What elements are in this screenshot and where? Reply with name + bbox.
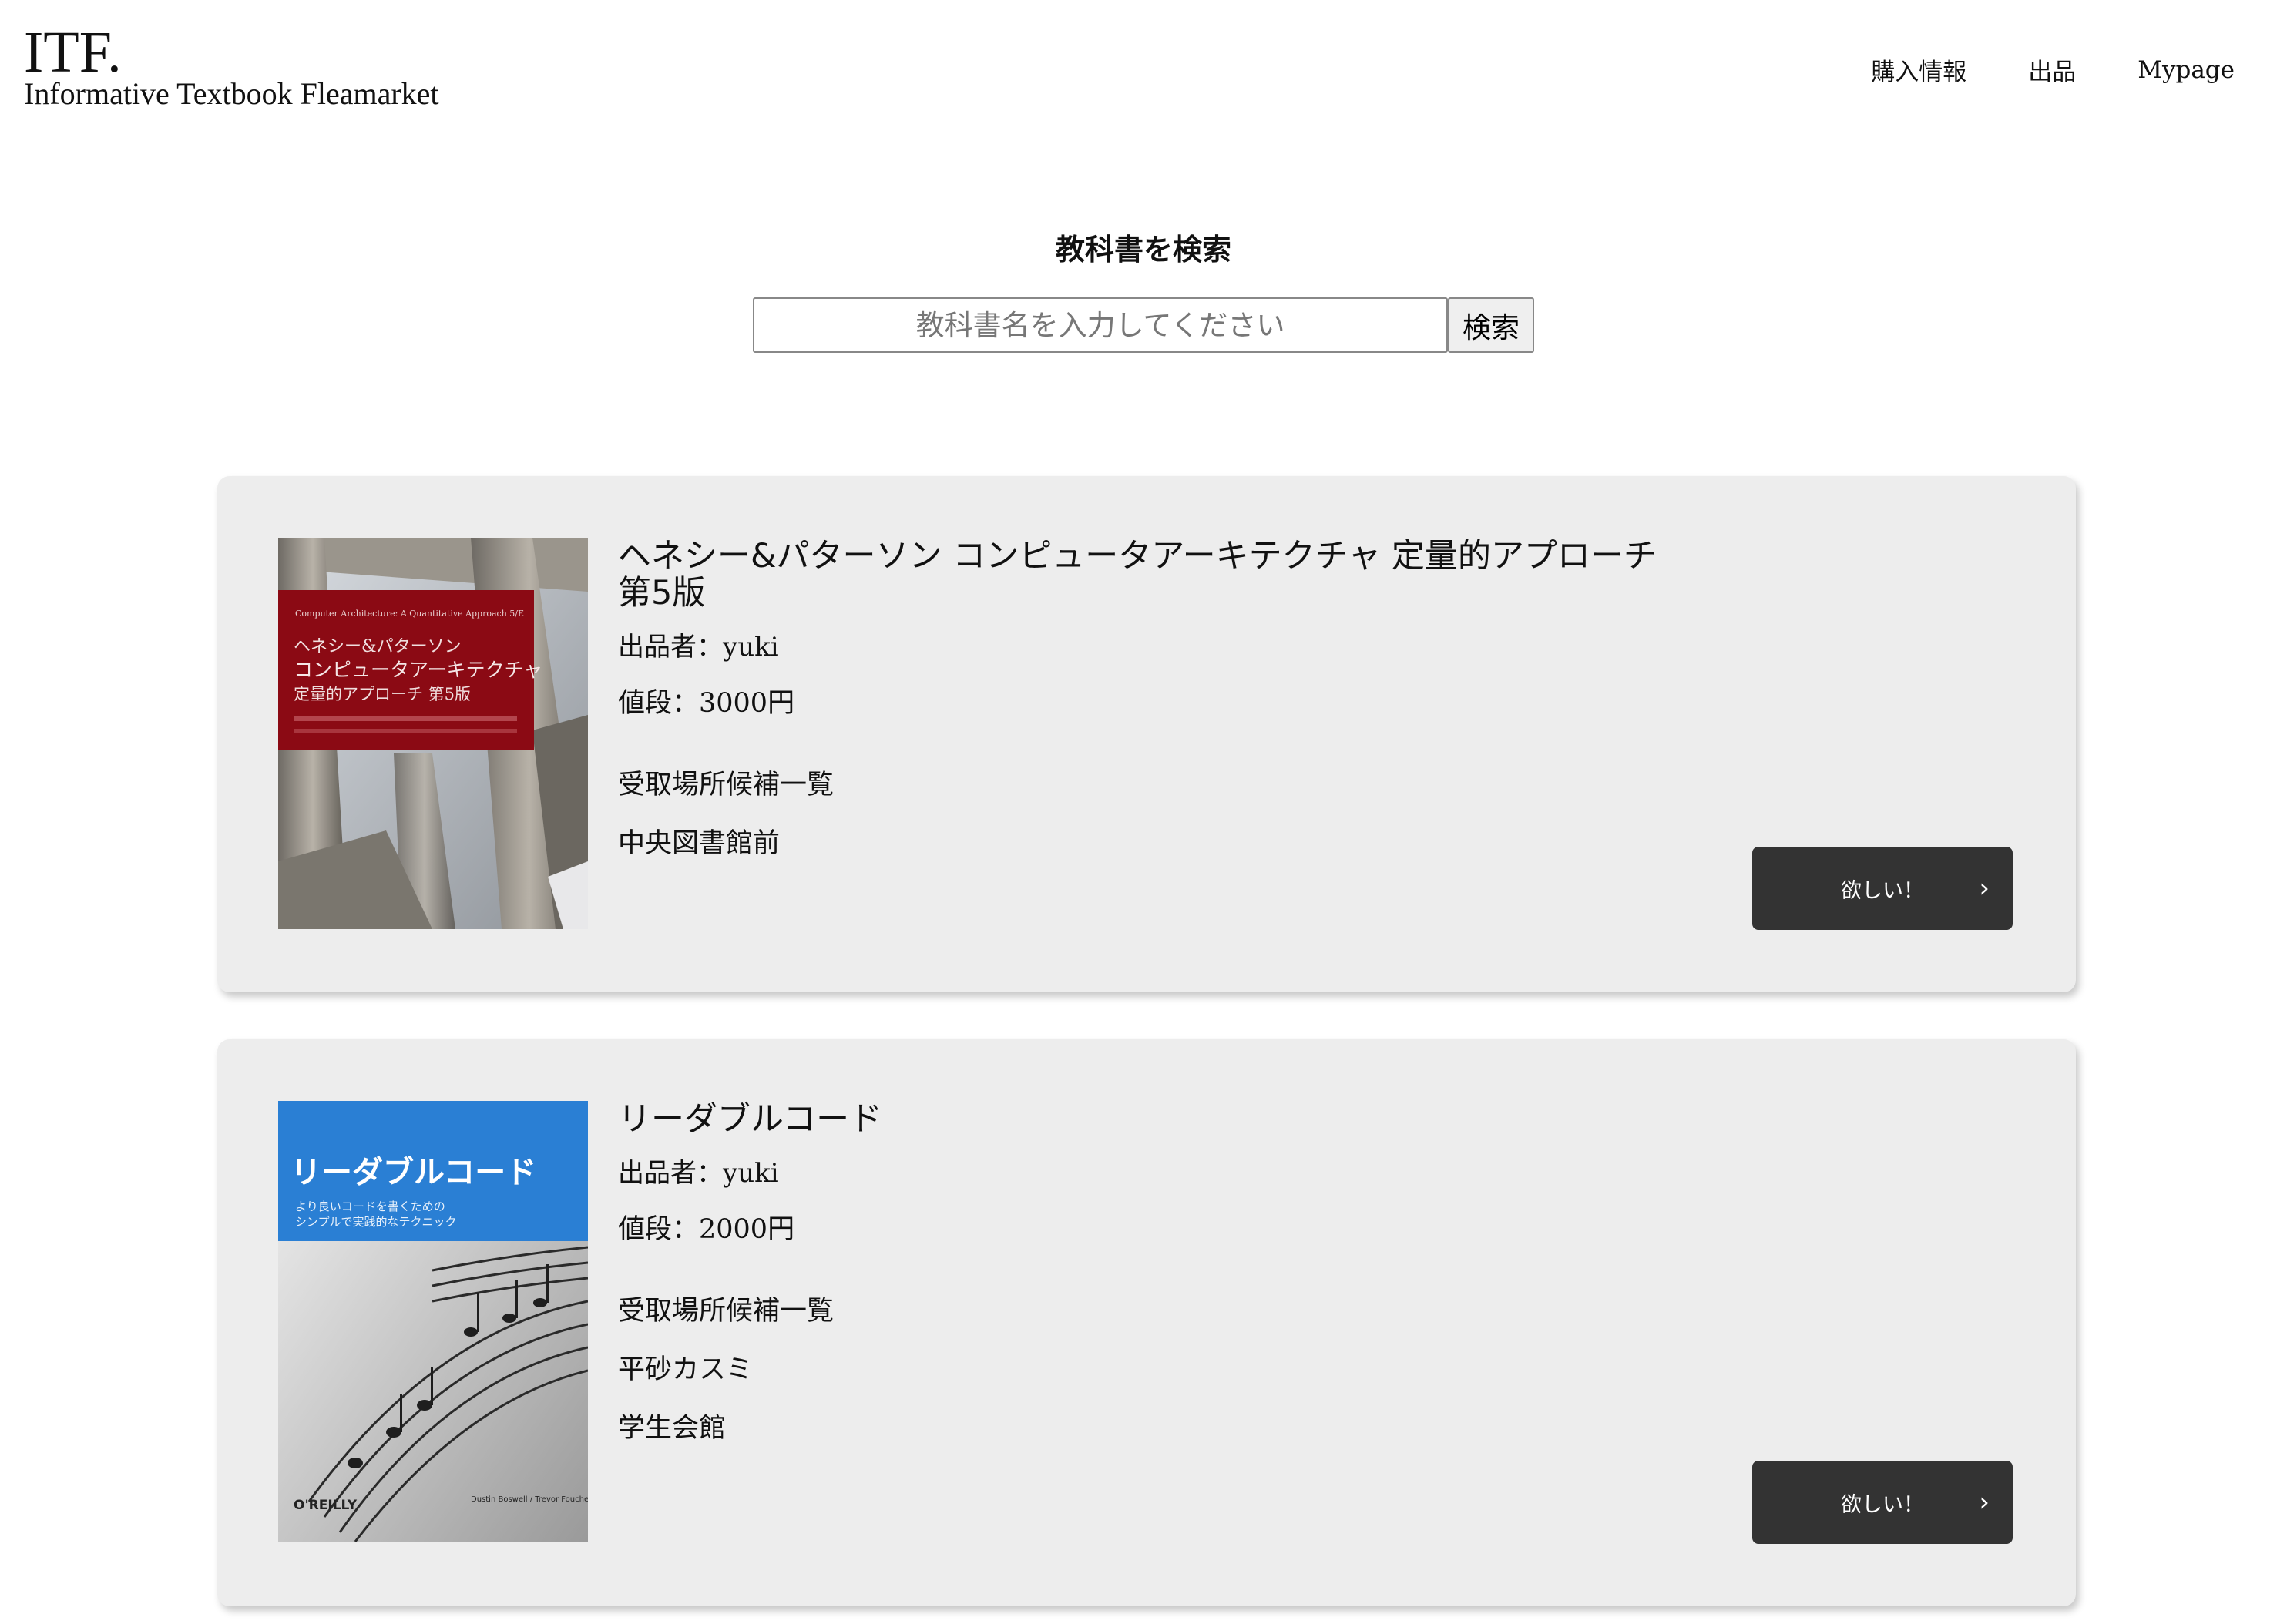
nav-purchase-info[interactable]: 購入情報 (1871, 52, 1966, 87)
search-button[interactable]: 検索 (1448, 297, 1534, 353)
book-title[interactable]: ヘネシー&パターソン コンピュータアーキテクチャ 定量的アプローチ 第5版 (618, 538, 1697, 612)
search-form: 検索 (0, 297, 2287, 353)
price-label: 値段：3000円 (618, 688, 795, 719)
book-cover-architecture: Computer Architecture: A Quantitative Ap… (278, 538, 588, 929)
pickup-place: 中央図書館前 (618, 828, 781, 859)
search-heading: 教科書を検索 (1055, 233, 1231, 267)
svg-text:リーダブルコード: リーダブルコード (290, 1155, 536, 1190)
book-cover-image: リーダブルコード より良いコードを書くための シンプルで実践的なテクニック O'… (278, 1101, 588, 1542)
svg-text:コンピュータアーキテクチャ: コンピュータアーキテクチャ (294, 659, 542, 681)
seller-label: 出品者：yuki (618, 632, 779, 663)
svg-text:O'REILLY: O'REILLY (294, 1498, 358, 1513)
book-title[interactable]: リーダブルコード (618, 1101, 1697, 1138)
site-subtitle: Informative Textbook Fleamarket (24, 76, 439, 111)
svg-text:ヘネシー&パターソン: ヘネシー&パターソン (294, 637, 462, 656)
main-nav: 購入情報 出品 Mypage (1871, 52, 2235, 87)
site-header: ITF. Informative Textbook Fleamarket 購入情… (0, 0, 2287, 131)
chevron-right-icon: › (1979, 873, 1990, 904)
svg-text:定量的アプローチ 第5版: 定量的アプローチ 第5版 (294, 685, 471, 703)
want-button-label: 欲しい！ (1841, 878, 1924, 903)
listing-card: リーダブルコード より良いコードを書くための シンプルで実践的なテクニック O'… (217, 1039, 2076, 1606)
svg-text:Computer Architecture: A Quant: Computer Architecture: A Quantitative Ap… (295, 609, 524, 619)
svg-text:シンプルで実践的なテクニック: シンプルで実践的なテクニック (295, 1215, 457, 1229)
book-cover-image: Computer Architecture: A Quantitative Ap… (278, 538, 588, 929)
brand[interactable]: ITF. Informative Textbook Fleamarket (24, 22, 439, 111)
want-button-label: 欲しい！ (1841, 1492, 1924, 1517)
price-label: 値段：2000円 (618, 1214, 795, 1245)
nav-mypage[interactable]: Mypage (2138, 56, 2235, 84)
book-cover-readable-code: リーダブルコード より良いコードを書くための シンプルで実践的なテクニック O'… (278, 1101, 588, 1542)
site-logo[interactable]: ITF. (24, 22, 439, 83)
pickup-heading: 受取場所候補一覧 (618, 1296, 835, 1327)
listing-card: Computer Architecture: A Quantitative Ap… (217, 476, 2076, 992)
search-section: 教科書を検索 検索 (0, 231, 2287, 353)
want-button[interactable]: 欲しい！ › (1752, 1461, 2013, 1544)
nav-sell[interactable]: 出品 (2028, 52, 2076, 87)
search-input[interactable] (753, 297, 1448, 353)
pickup-place: 平砂カスミ (618, 1354, 754, 1385)
svg-text:Dustin Boswell / Trevor Fouche: Dustin Boswell / Trevor Foucher (471, 1495, 588, 1504)
pickup-heading: 受取場所候補一覧 (618, 770, 835, 800)
pickup-place: 学生会館 (618, 1413, 727, 1444)
listing-info: リーダブルコード 出品者：yuki 値段：2000円 受取場所候補一覧 平砂カス… (618, 1101, 1697, 1446)
listing-info: ヘネシー&パターソン コンピュータアーキテクチャ 定量的アプローチ 第5版 出品… (618, 538, 1697, 861)
svg-text:より良いコードを書くための: より良いコードを書くための (295, 1200, 445, 1213)
seller-label: 出品者：yuki (618, 1158, 779, 1189)
chevron-right-icon: › (1979, 1487, 1990, 1518)
want-button[interactable]: 欲しい！ › (1752, 847, 2013, 930)
